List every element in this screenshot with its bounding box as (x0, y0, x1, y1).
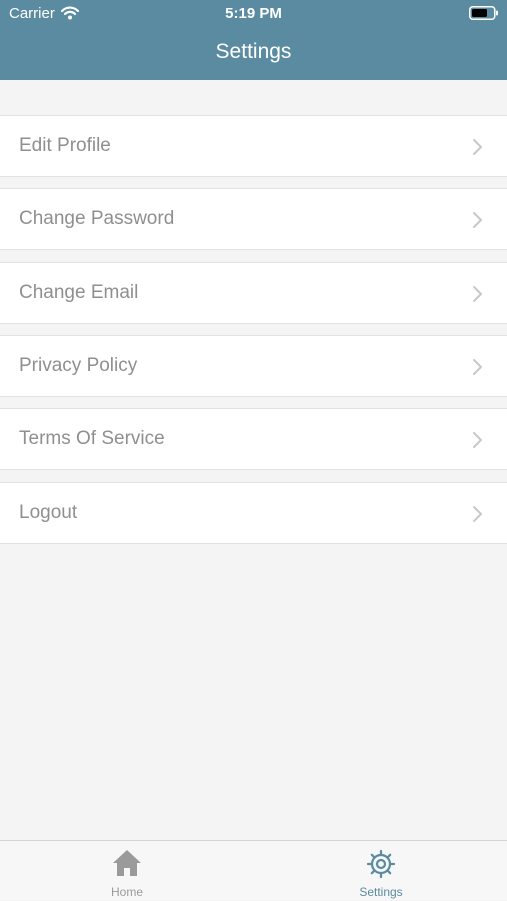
menu-item-edit-profile[interactable]: Edit Profile (0, 115, 507, 177)
menu-item-label: Change Password (19, 208, 175, 229)
tab-home[interactable]: Home (0, 841, 254, 901)
menu-item-logout[interactable]: Logout (0, 482, 507, 544)
chevron-right-icon (471, 138, 483, 161)
menu-item-label: Privacy Policy (19, 355, 138, 376)
menu-item-label: Change Email (19, 282, 139, 303)
battery-icon (469, 6, 499, 25)
menu-item-change-email[interactable]: Change Email (0, 262, 507, 324)
chevron-right-icon (471, 431, 483, 454)
chevron-right-icon (471, 505, 483, 528)
menu-item-label: Terms Of Service (19, 428, 165, 449)
page-title: Settings (215, 40, 292, 63)
tab-home-label: Home (110, 885, 143, 899)
menu-item-terms-of-service[interactable]: Terms Of Service (0, 408, 507, 470)
status-time: 5:19 PM (225, 5, 282, 22)
gear-icon (365, 848, 397, 885)
chevron-right-icon (471, 358, 483, 381)
status-bar: Carrier 5:19 PM (0, 0, 507, 28)
tab-settings[interactable]: Settings (254, 841, 507, 901)
home-icon (111, 848, 143, 883)
navigation-header: Carrier 5:19 PM Settings (0, 0, 507, 80)
chevron-right-icon (471, 211, 483, 234)
menu-item-label: Logout (19, 502, 78, 523)
menu-item-privacy-policy[interactable]: Privacy Policy (0, 335, 507, 397)
menu-item-change-password[interactable]: Change Password (0, 188, 507, 250)
tab-settings-label: Settings (359, 885, 403, 899)
menu-item-label: Edit Profile (19, 135, 111, 156)
chevron-right-icon (471, 285, 483, 308)
tab-bar: Home Settings (0, 840, 507, 900)
